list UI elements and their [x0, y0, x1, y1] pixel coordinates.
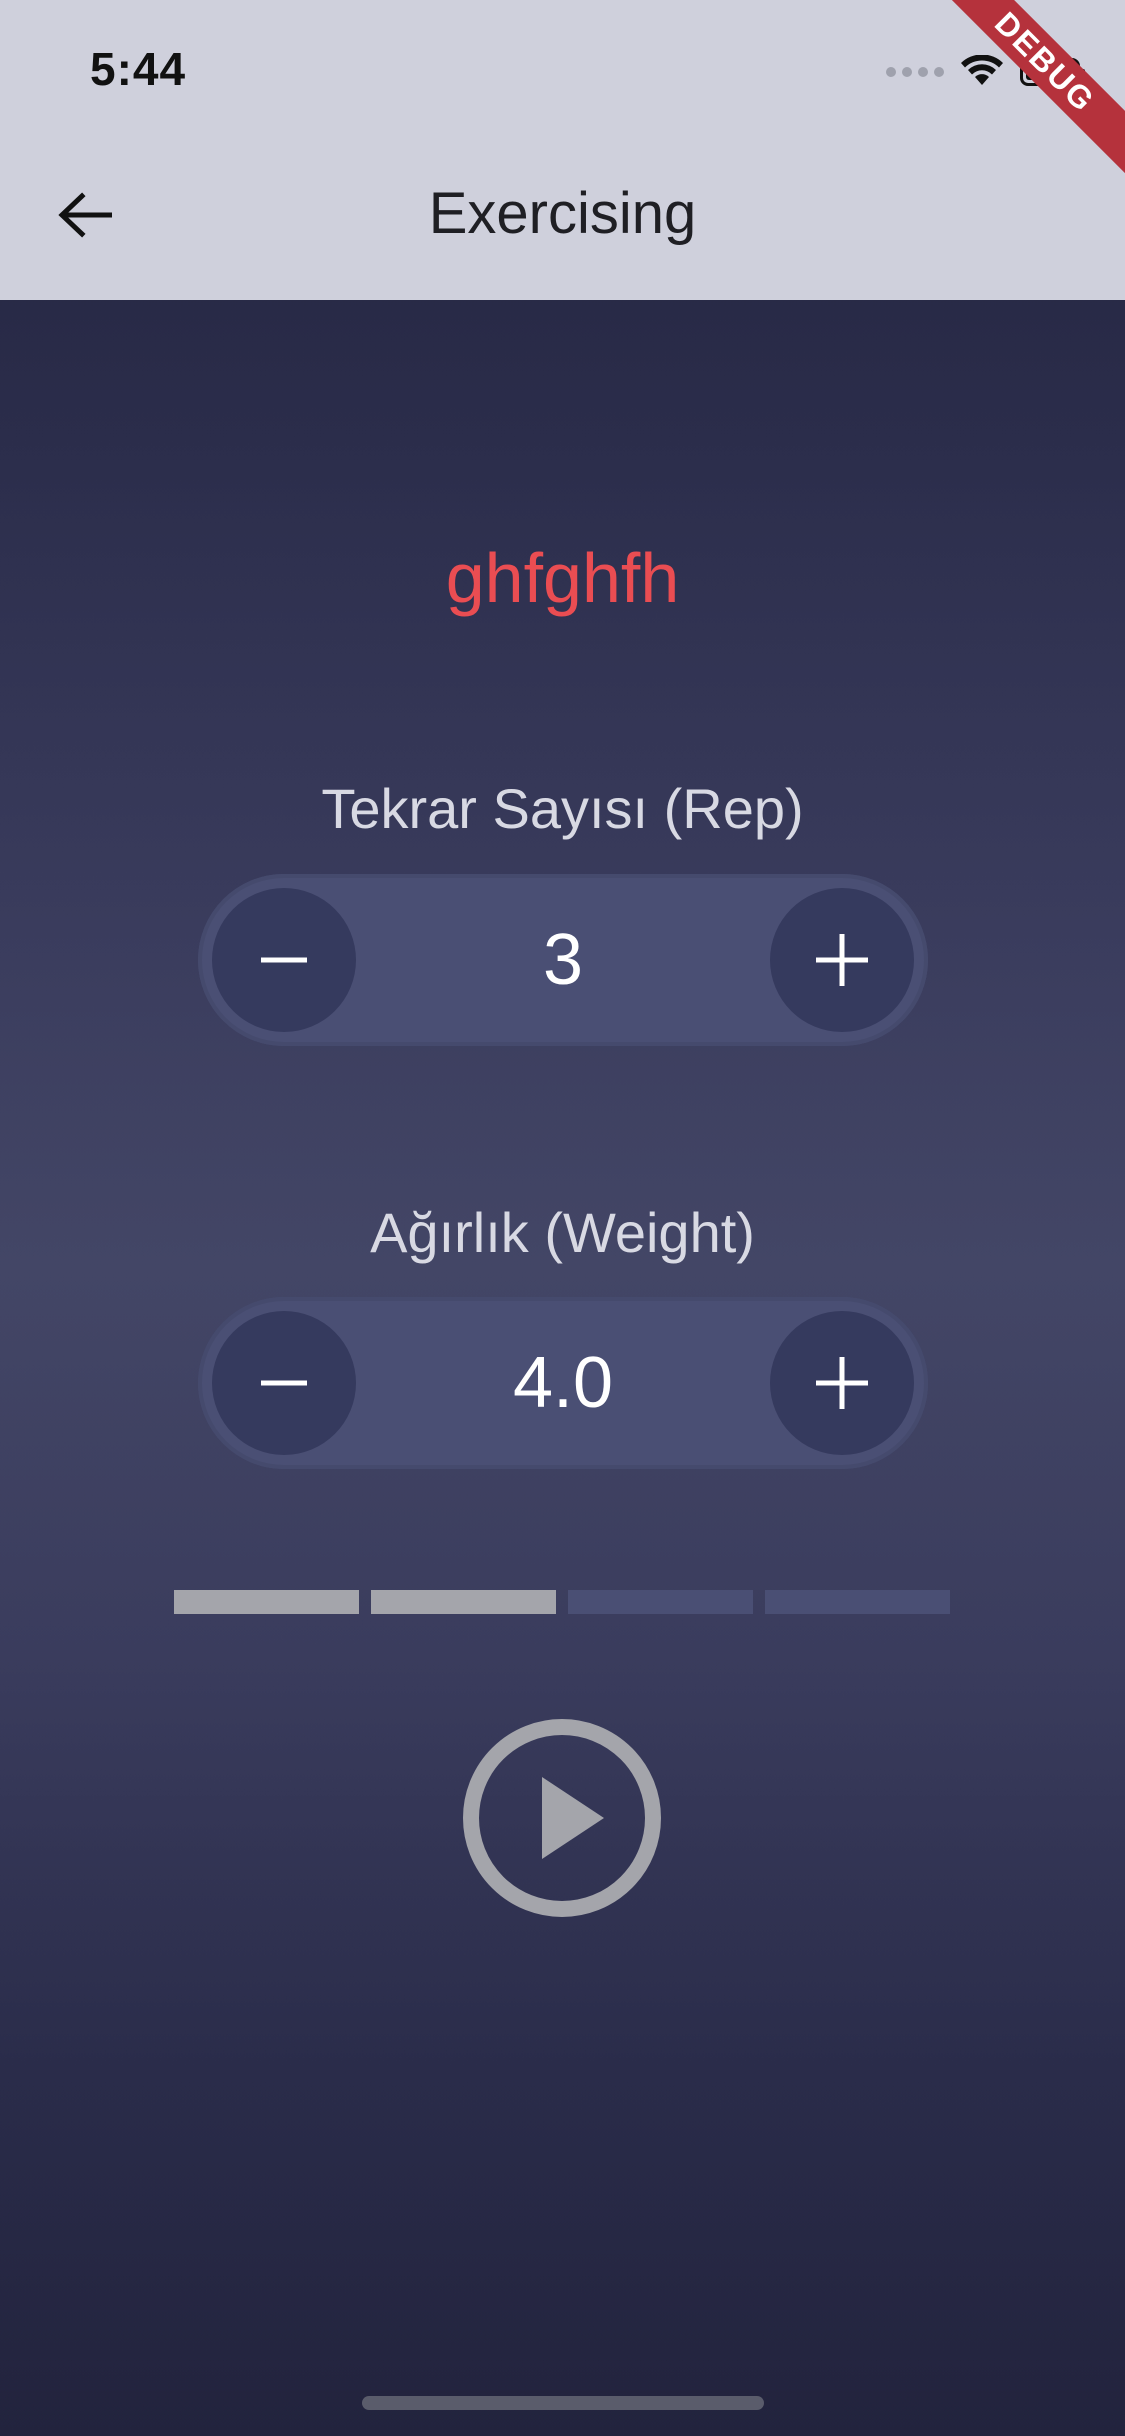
play-circle-icon	[463, 1719, 661, 1917]
sets-progress	[174, 1590, 950, 1614]
minus-icon	[261, 957, 307, 963]
weight-decrement-button[interactable]	[212, 1311, 356, 1455]
plus-icon	[816, 1357, 868, 1409]
page-title: Exercising	[428, 181, 697, 246]
progress-segment-pending	[765, 1590, 950, 1614]
top-bar: 5:44 DEBUG Exercising	[0, 0, 1125, 300]
exercise-name: ghfghfh	[445, 539, 680, 617]
wifi-icon	[961, 55, 1003, 85]
reps-stepper: 3	[198, 874, 928, 1046]
status-time: 5:44	[90, 43, 187, 95]
play-button[interactable]	[462, 1718, 662, 1918]
reps-label: Tekrar Sayısı (Rep)	[321, 777, 804, 840]
weight-stepper: 4.0	[198, 1297, 928, 1469]
weight-label: Ağırlık (Weight)	[370, 1201, 755, 1264]
home-indicator	[362, 2396, 764, 2410]
weight-increment-button[interactable]	[770, 1311, 914, 1455]
progress-segment-completed	[174, 1590, 359, 1614]
minus-icon	[261, 1380, 307, 1386]
progress-segment-completed	[371, 1590, 556, 1614]
progress-segment-pending	[568, 1590, 753, 1614]
plus-icon	[816, 934, 868, 986]
reps-increment-button[interactable]	[770, 888, 914, 1032]
reps-decrement-button[interactable]	[212, 888, 356, 1032]
cellular-signal-icon	[886, 67, 944, 77]
